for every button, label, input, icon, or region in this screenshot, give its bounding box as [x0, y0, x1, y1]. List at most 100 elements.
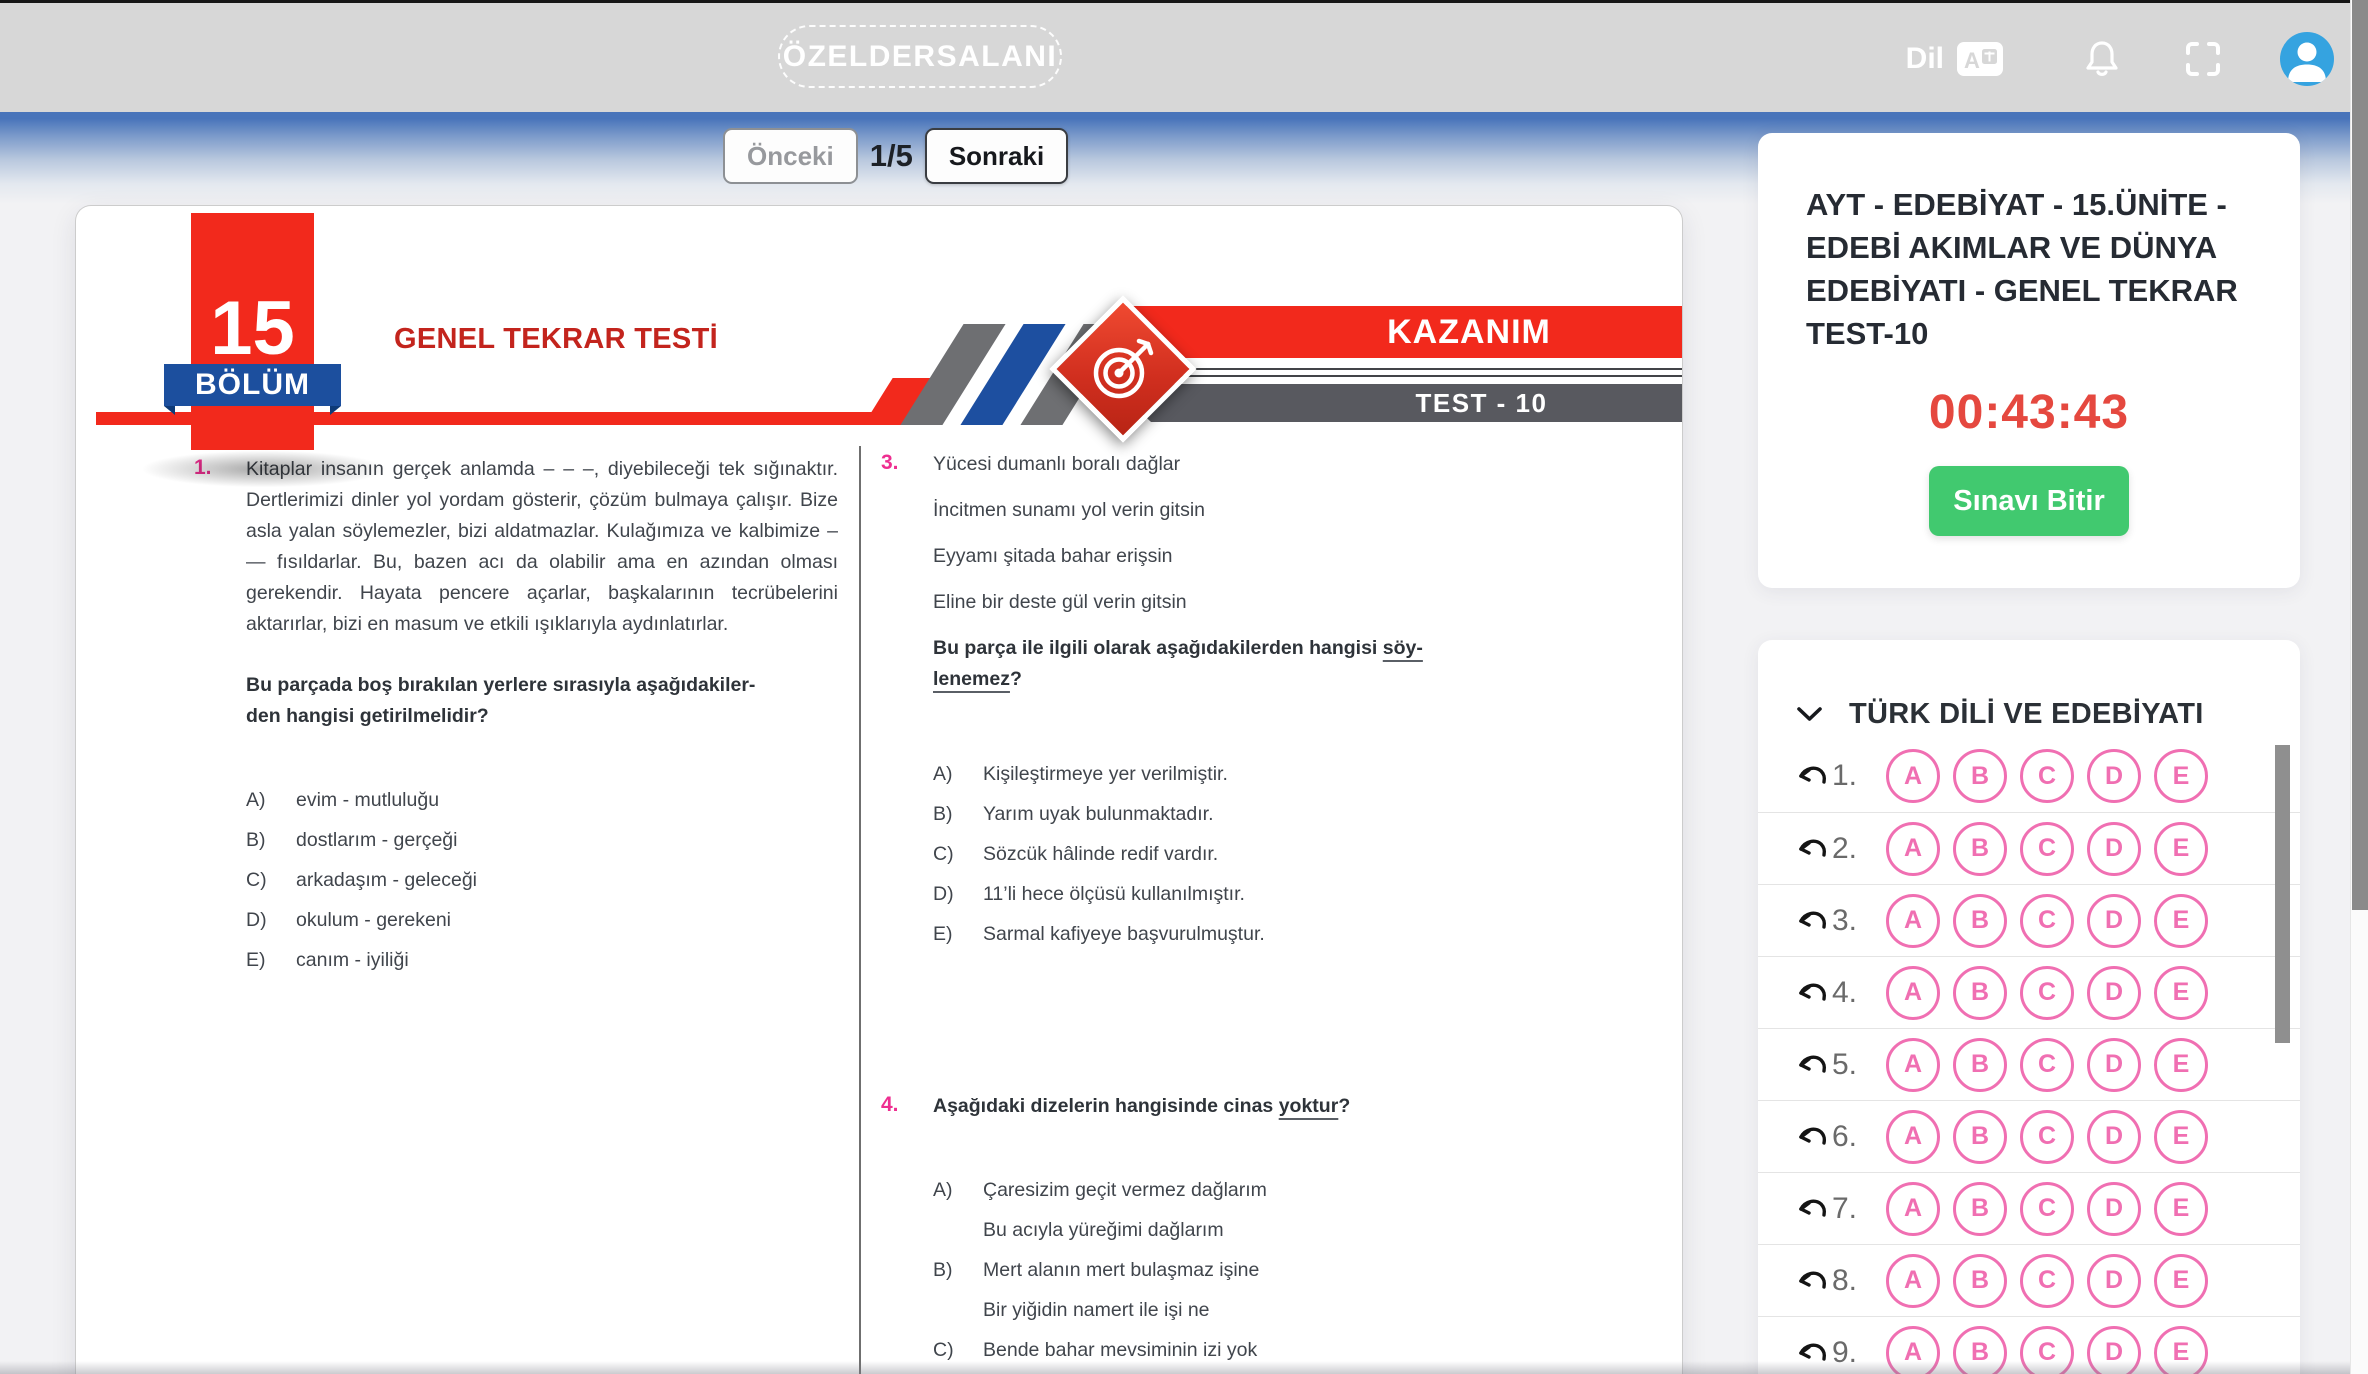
exam-timer: 00:43:43 [1806, 385, 2252, 440]
choice-bubble-c[interactable]: C [2020, 1038, 2074, 1092]
option-lines: Çaresizim geçit vermez dağlarım Bu acıyl… [983, 1175, 1267, 1255]
choice-bubble-c[interactable]: C [2020, 966, 2074, 1020]
choice-bubble-a[interactable]: A [1886, 1038, 1940, 1092]
choice-bubble-d[interactable]: D [2087, 1038, 2141, 1092]
verse-line: Eline bir deste gül verin gitsin [933, 587, 1525, 618]
next-button[interactable]: Sonraki [925, 128, 1068, 184]
choice-bubble-e[interactable]: E [2154, 1038, 2208, 1092]
choice-bubble-c[interactable]: C [2020, 749, 2074, 803]
choice-bubble-a[interactable]: A [1886, 966, 1940, 1020]
option-letter: B) [246, 825, 296, 856]
choice-bubble-c[interactable]: C [2020, 1254, 2074, 1308]
choice-bubble-c[interactable]: C [2020, 1110, 2074, 1164]
choice-bubble-a[interactable]: A [1886, 822, 1940, 876]
option-text: 11’li hece ölçüsü kullanılmıştır. [983, 879, 1245, 910]
app-logo[interactable]: ÖZELDERSALANI [778, 25, 1062, 88]
option-row: C) Bende bahar mevsiminin izi yok Sende … [933, 1335, 1525, 1374]
verse-line: Yücesi dumanlı boralı dağlar [933, 449, 1525, 480]
option-row: B) Yarım uyak bulunmaktadır. [933, 799, 1525, 830]
question-prompt: Bu parça ile ilgili olarak aşağıdakilerd… [933, 633, 1525, 695]
previous-button[interactable]: Önceki [723, 128, 858, 184]
choice-bubble-e[interactable]: E [2154, 1182, 2208, 1236]
question-prompt: Aşağıdaki dizelerin hangisinde cinas yok… [933, 1091, 1525, 1122]
choice-bubble-b[interactable]: B [1953, 822, 2007, 876]
prompt-text: Bu parça ile ilgili olarak aşağıdakilerd… [933, 637, 1377, 659]
page-scrollbar[interactable] [2350, 0, 2368, 1374]
verse-line: Eyyamı şitada bahar erişsin [933, 541, 1525, 572]
undo-answer-icon[interactable] [1796, 1268, 1832, 1294]
option-line-2: Bir yiğidin namert ile işi ne [983, 1295, 1259, 1326]
choice-bubble-d[interactable]: D [2087, 1182, 2141, 1236]
undo-answer-icon[interactable] [1796, 836, 1832, 862]
choice-bubble-b[interactable]: B [1953, 1038, 2007, 1092]
choice-bubble-c[interactable]: C [2020, 822, 2074, 876]
undo-answer-icon[interactable] [1796, 1196, 1832, 1222]
choice-bubble-d[interactable]: D [2087, 822, 2141, 876]
choice-bubble-d[interactable]: D [2087, 1110, 2141, 1164]
finish-exam-button[interactable]: Sınavı Bitir [1929, 466, 2129, 536]
undo-answer-icon[interactable] [1796, 908, 1832, 934]
choice-bubble-b[interactable]: B [1953, 966, 2007, 1020]
choice-bubble-b[interactable]: B [1953, 1110, 2007, 1164]
undo-answer-icon[interactable] [1796, 980, 1832, 1006]
choice-bubble-d[interactable]: D [2087, 1326, 2141, 1374]
option-letter: E) [246, 945, 296, 976]
undo-answer-icon[interactable] [1796, 1340, 1832, 1366]
chevron-down-icon[interactable] [1796, 706, 1823, 723]
prompt-line: den hangisi getirilmelidir? [246, 705, 489, 727]
choice-bubble-a[interactable]: A [1886, 894, 1940, 948]
undo-answer-icon[interactable] [1796, 1124, 1832, 1150]
user-avatar[interactable] [2280, 32, 2334, 86]
answer-sheet-scrollbar[interactable] [2275, 745, 2290, 1043]
choice-bubble-b[interactable]: B [1953, 894, 2007, 948]
choice-bubble-e[interactable]: E [2154, 1254, 2208, 1308]
choice-bubble-a[interactable]: A [1886, 1182, 1940, 1236]
top-bar-actions: Dil A [1906, 3, 2334, 115]
notifications-bell-icon[interactable] [2082, 38, 2122, 80]
option-letter: C) [246, 865, 296, 896]
answer-row-number: 8. [1832, 1264, 1886, 1298]
choice-bubble-d[interactable]: D [2087, 894, 2141, 948]
choice-bubble-a[interactable]: A [1886, 1110, 1940, 1164]
answer-row-number: 9. [1832, 1336, 1886, 1370]
choice-bubble-d[interactable]: D [2087, 1254, 2141, 1308]
choice-bubble-c[interactable]: C [2020, 1182, 2074, 1236]
answer-row-number: 1. [1832, 759, 1886, 793]
answer-row: 4. A B C D E [1758, 956, 2300, 1028]
choice-bubble-e[interactable]: E [2154, 749, 2208, 803]
choice-bubble-e[interactable]: E [2154, 1110, 2208, 1164]
page-scrollbar-thumb[interactable] [2352, 0, 2368, 910]
language-label: Dil [1906, 42, 1944, 76]
choice-bubble-a[interactable]: A [1886, 749, 1940, 803]
choice-bubble-a[interactable]: A [1886, 1326, 1940, 1374]
choice-bubble-e[interactable]: E [2154, 822, 2208, 876]
choice-bubble-d[interactable]: D [2087, 966, 2141, 1020]
fullscreen-icon[interactable] [2184, 40, 2222, 78]
option-text: Sözcük hâlinde redif vardır. [983, 839, 1218, 870]
chapter-ribbon: BÖLÜM [164, 364, 341, 406]
choice-bubbles: A B C D E [1886, 1254, 2208, 1308]
option-letter: A) [933, 1175, 983, 1255]
choice-bubbles: A B C D E [1886, 749, 2208, 803]
choice-bubble-b[interactable]: B [1953, 1326, 2007, 1374]
choice-bubble-d[interactable]: D [2087, 749, 2141, 803]
undo-answer-icon[interactable] [1796, 1052, 1832, 1078]
question-1: 1. Kitaplar insanın gerçek anlamda – – –… [194, 454, 842, 985]
option-lines: Bende bahar mevsiminin izi yok Sende vef… [983, 1335, 1278, 1374]
choice-bubble-b[interactable]: B [1953, 1254, 2007, 1308]
choice-bubbles: A B C D E [1886, 822, 2208, 876]
choice-bubble-e[interactable]: E [2154, 1326, 2208, 1374]
choice-bubble-c[interactable]: C [2020, 1326, 2074, 1374]
option-letter: C) [933, 839, 983, 870]
choice-bubble-a[interactable]: A [1886, 1254, 1940, 1308]
language-switcher[interactable]: Dil A [1906, 39, 2004, 79]
choice-bubble-e[interactable]: E [2154, 894, 2208, 948]
option-text: canım - iyiliği [296, 945, 409, 976]
choice-bubble-e[interactable]: E [2154, 966, 2208, 1020]
choice-bubble-b[interactable]: B [1953, 1182, 2007, 1236]
option-row: A) Çaresizim geçit vermez dağlarım Bu ac… [933, 1175, 1525, 1255]
undo-answer-icon[interactable] [1796, 763, 1832, 789]
test-number-label: TEST - 10 [1416, 388, 1548, 419]
choice-bubble-b[interactable]: B [1953, 749, 2007, 803]
choice-bubble-c[interactable]: C [2020, 894, 2074, 948]
